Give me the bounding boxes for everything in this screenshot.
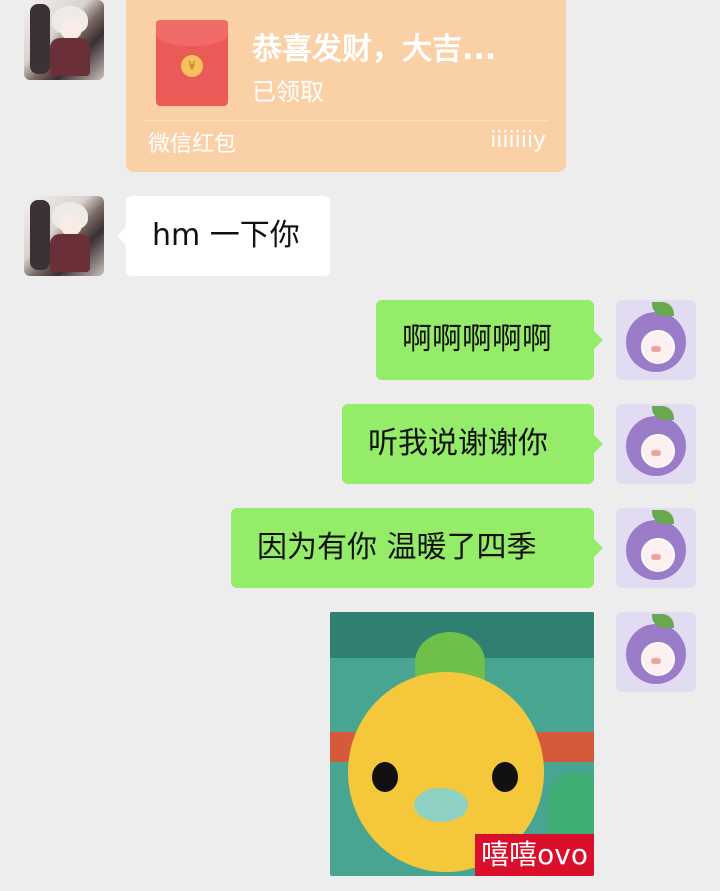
coin-icon: ¥ — [181, 55, 203, 77]
goat-nose-icon — [651, 554, 661, 560]
goat-nose-icon — [651, 658, 661, 664]
avatar-figure — [30, 4, 50, 74]
self-avatar[interactable] — [616, 612, 696, 692]
avatar-face — [60, 214, 82, 236]
sticker-eye — [492, 762, 518, 792]
avatar-face — [60, 18, 82, 40]
avatar-dress — [50, 38, 90, 76]
red-packet-label: 微信红包 — [148, 132, 237, 157]
outgoing-message-bubble[interactable]: 啊啊啊啊啊 — [376, 300, 603, 380]
outgoing-message-bubble[interactable]: 因为有你 温暖了四季 — [231, 508, 603, 588]
red-packet-divider — [144, 120, 548, 121]
goat-nose-icon — [651, 450, 661, 456]
avatar-figure — [30, 200, 50, 270]
self-avatar[interactable] — [616, 300, 696, 380]
sticker-mouth — [414, 788, 468, 822]
red-packet-message[interactable]: ¥ 恭喜发财，大吉... 已领取 微信红包 iiiiiiiy — [126, 0, 566, 172]
sticker-eye — [372, 762, 398, 792]
avatar-dress — [50, 234, 90, 272]
self-avatar[interactable] — [616, 404, 696, 484]
red-envelope-icon: ¥ — [156, 20, 228, 106]
goat-nose-icon — [651, 346, 661, 352]
red-packet-sender: iiiiiiiy — [490, 128, 546, 153]
self-avatar[interactable] — [616, 508, 696, 588]
contact-avatar[interactable] — [24, 196, 104, 276]
outgoing-message-bubble[interactable]: 听我说谢谢你 — [342, 404, 603, 484]
incoming-message-bubble[interactable]: hm 一下你 — [117, 196, 330, 276]
contact-avatar[interactable] — [24, 0, 104, 80]
red-packet-title: 恭喜发财，大吉... — [252, 32, 497, 67]
sticker-caption: 嘻嘻ovo — [475, 834, 594, 876]
sticker-image-message[interactable]: 嘻嘻ovo — [330, 612, 594, 876]
red-packet-status: 已领取 — [252, 78, 324, 106]
